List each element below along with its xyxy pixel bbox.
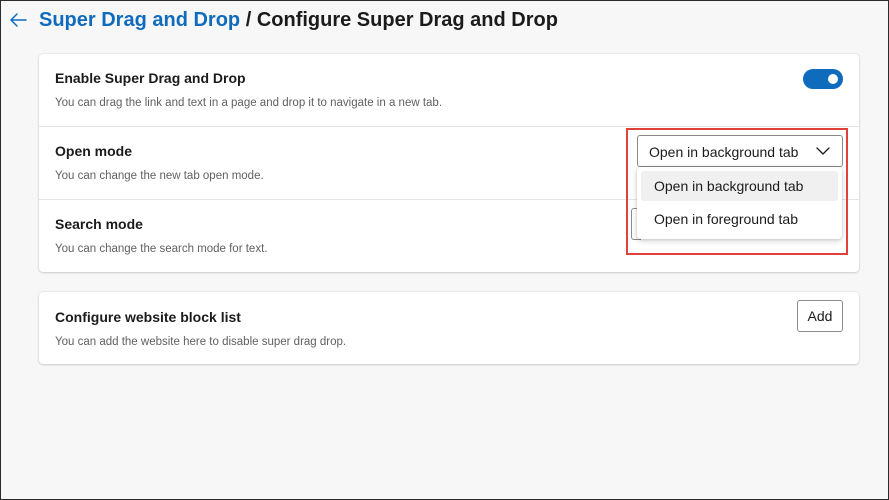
- search-mode-description: You can change the search mode for text.: [55, 243, 268, 255]
- open-mode-selected-value: Open in background tab: [649, 144, 799, 160]
- toggle-knob: [828, 74, 838, 84]
- search-mode-title: Search mode: [55, 216, 143, 232]
- breadcrumb-separator: /: [240, 9, 257, 31]
- block-list-title: Configure website block list: [55, 309, 241, 325]
- open-mode-title: Open mode: [55, 143, 133, 159]
- dropdown-option-background-tab[interactable]: Open in background tab: [641, 171, 838, 201]
- add-website-button[interactable]: Add: [797, 300, 843, 332]
- open-mode-dropdown-menu: Open in background tab Open in foregroun…: [637, 167, 842, 239]
- breadcrumb-current: Configure Super Drag and Drop: [256, 9, 558, 31]
- page-title: Super Drag and Drop / Configure Super Dr…: [39, 9, 558, 32]
- enable-setting-description: You can drag the link and text in a page…: [55, 97, 443, 109]
- open-mode-description: You can change the new tab open mode.: [55, 170, 264, 182]
- dropdown-option-foreground-tab[interactable]: Open in foreground tab: [641, 204, 838, 234]
- settings-card: Enable Super Drag and Drop You can drag …: [39, 54, 859, 272]
- arrow-left-icon[interactable]: [7, 9, 29, 31]
- chevron-down-icon: [816, 146, 830, 156]
- block-list-card: Configure website block list You can add…: [39, 292, 859, 364]
- enable-setting-row: Enable Super Drag and Drop You can drag …: [39, 54, 859, 127]
- breadcrumb-parent-link[interactable]: Super Drag and Drop: [39, 9, 240, 31]
- enable-setting-title: Enable Super Drag and Drop: [55, 70, 246, 86]
- block-list-description: You can add the website here to disable …: [55, 336, 347, 348]
- enable-toggle[interactable]: [803, 69, 843, 89]
- header: Super Drag and Drop / Configure Super Dr…: [1, 1, 888, 41]
- open-mode-select[interactable]: Open in background tab: [637, 135, 843, 167]
